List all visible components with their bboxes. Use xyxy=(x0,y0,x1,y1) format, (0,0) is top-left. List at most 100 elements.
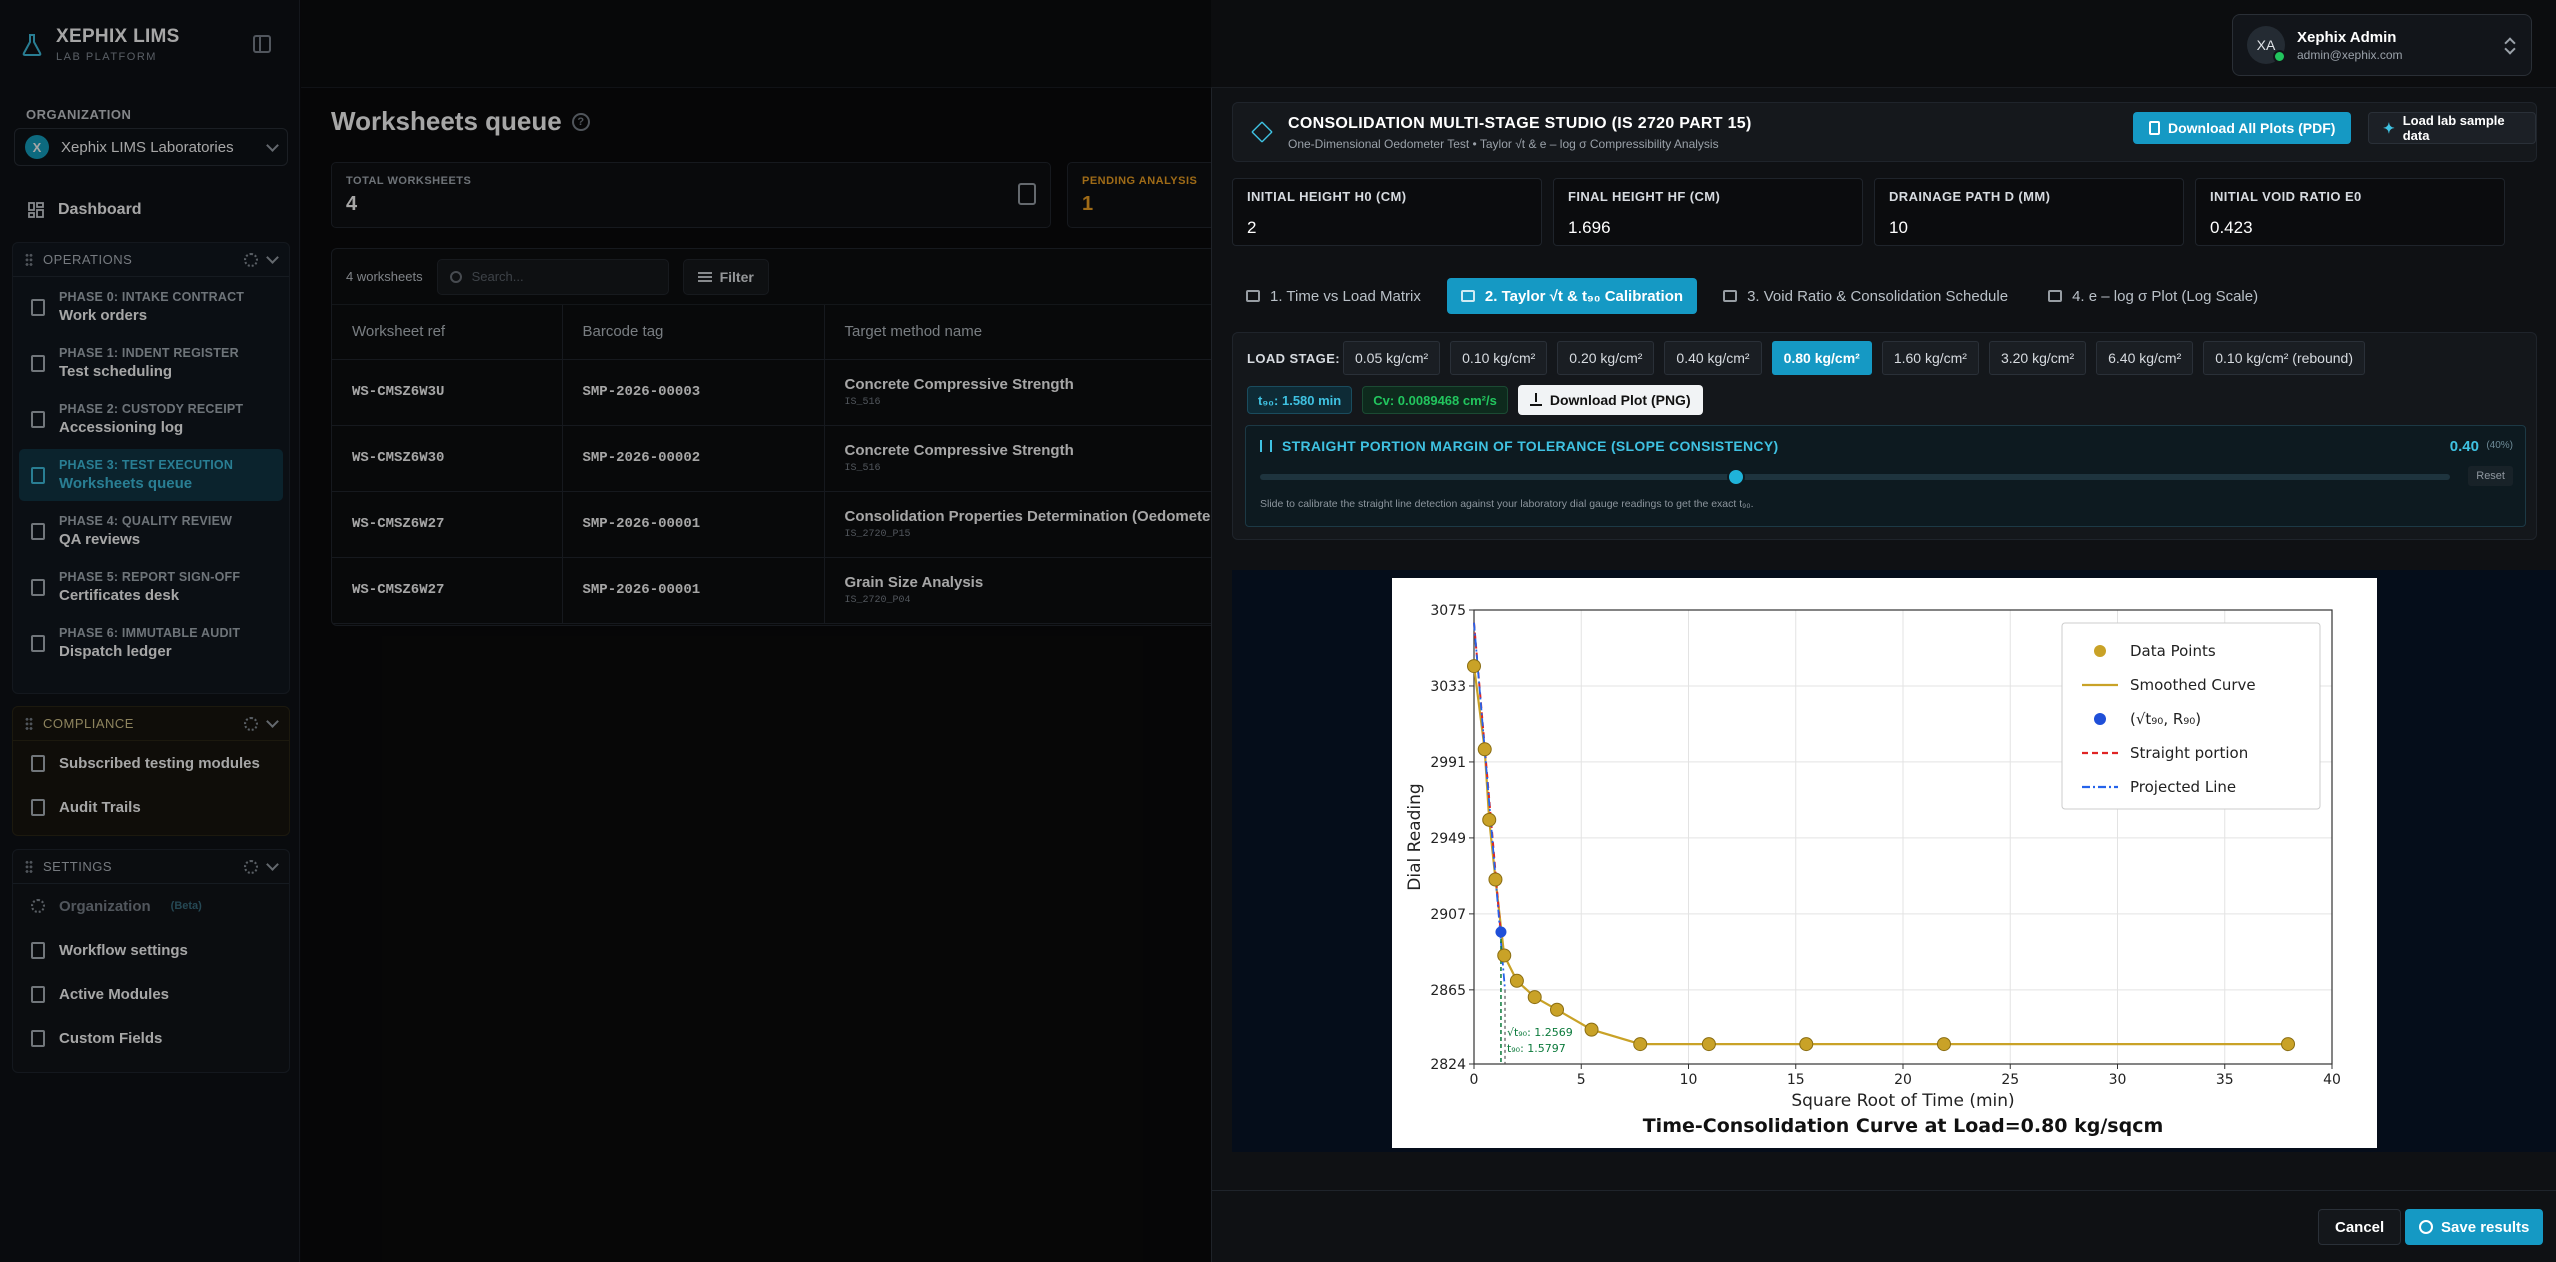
drag-handle-icon[interactable] xyxy=(25,859,33,874)
filter-icon xyxy=(697,271,712,282)
user-name: Xephix Admin xyxy=(2297,28,2397,46)
nav-phase-6[interactable]: PHASE 6: IMMUTABLE AUDIT Dispatch ledger xyxy=(19,617,283,669)
nav-audit-trails[interactable]: Audit Trails xyxy=(19,785,283,829)
cell-method: Consolidation Properties Determination (… xyxy=(824,491,1220,558)
field-value[interactable]: 10 xyxy=(1889,218,2169,238)
nav-phase-1[interactable]: PHASE 1: INDENT REGISTER Test scheduling xyxy=(19,337,283,389)
load-stage-button[interactable]: 6.40 kg/cm² xyxy=(2096,341,2194,375)
nav-organization[interactable]: Organization (Beta) xyxy=(19,884,283,928)
settings-header[interactable]: SETTINGS xyxy=(13,850,289,884)
nav-dashboard[interactable]: Dashboard xyxy=(14,196,288,224)
table-row[interactable]: WS-CMSZ6W27 SMP-2026-00001 Grain Size Anal… xyxy=(332,557,1220,624)
nav-workflow-settings[interactable]: Workflow settings xyxy=(19,928,283,972)
org-selector[interactable]: X Xephix LIMS Laboratories xyxy=(14,128,288,166)
help-icon[interactable]: ? xyxy=(571,112,590,131)
initial-height-field[interactable]: INITIAL HEIGHT H0 (CM) 2 xyxy=(1232,178,1542,246)
field-value[interactable]: 2 xyxy=(1247,218,1527,238)
phase-title: Certificates desk xyxy=(59,587,180,604)
operations-header[interactable]: OPERATIONS xyxy=(13,243,289,277)
initial-void-ratio-field[interactable]: INITIAL VOID RATIO E0 0.423 xyxy=(2195,178,2505,246)
tab-e-log-plot[interactable]: 4. e – log σ Plot (Log Scale) xyxy=(2034,278,2272,314)
load-stage-button[interactable]: 0.10 kg/cm² (rebound) xyxy=(2203,341,2365,375)
drag-handle-icon[interactable] xyxy=(25,252,33,267)
chevron-down-icon[interactable] xyxy=(266,251,279,264)
nav-phase-5[interactable]: PHASE 5: REPORT SIGN-OFF Certificates des… xyxy=(19,561,283,613)
button-label: Download All Plots (PDF) xyxy=(2168,120,2336,136)
download-all-plots-button[interactable]: Download All Plots (PDF) xyxy=(2133,112,2352,144)
load-stage-button[interactable]: 0.05 kg/cm² xyxy=(1343,341,1441,375)
drainage-path-field[interactable]: DRAINAGE PATH D (MM) 10 xyxy=(1874,178,2184,246)
field-value[interactable]: 0.423 xyxy=(2210,218,2490,238)
reset-button[interactable]: Reset xyxy=(2468,466,2513,486)
nav-phase-4[interactable]: PHASE 4: QUALITY REVIEW QA reviews xyxy=(19,505,283,557)
load-stage-button-active[interactable]: 0.80 kg/cm² xyxy=(1771,341,1872,375)
tab-time-load-matrix[interactable]: 1. Time vs Load Matrix xyxy=(1232,278,1435,314)
slider-handle[interactable] xyxy=(1727,468,1745,486)
gear-icon[interactable] xyxy=(244,859,258,874)
field-value[interactable]: 1.696 xyxy=(1568,218,1848,238)
table-row[interactable]: WS-CMSZ6W30 SMP-2026-00002 Concrete Compre… xyxy=(332,425,1220,492)
nav-active-modules[interactable]: Active Modules xyxy=(19,972,283,1016)
nav-phase-0[interactable]: PHASE 0: INTAKE CONTRACT Work orders xyxy=(19,281,283,333)
stat-value: 4 xyxy=(346,193,358,215)
save-results-button[interactable]: Save results xyxy=(2405,1209,2544,1245)
compliance-header[interactable]: COMPLIANCE xyxy=(13,707,289,741)
search-input[interactable]: Search... xyxy=(436,258,669,295)
document-icon xyxy=(2149,121,2160,135)
x-tick-label: 0 xyxy=(1470,1072,1479,1088)
table-row[interactable]: WS-CMSZ6W27 SMP-2026-00001 Consolidation P… xyxy=(332,491,1220,558)
search-placeholder: Search... xyxy=(471,269,524,284)
load-stage-button[interactable]: 0.20 kg/cm² xyxy=(1557,341,1655,375)
column-header[interactable]: Worksheet ref xyxy=(332,305,563,360)
gear-icon[interactable] xyxy=(244,252,258,267)
nav-subscribed-modules[interactable]: Subscribed testing modules xyxy=(19,741,283,785)
drag-handle-icon[interactable] xyxy=(25,716,33,731)
final-height-field[interactable]: FINAL HEIGHT HF (CM) 1.696 xyxy=(1553,178,1863,246)
chevron-down-icon[interactable] xyxy=(266,715,279,728)
load-stage-button[interactable]: 1.60 kg/cm² xyxy=(1881,341,1979,375)
search-icon xyxy=(449,270,462,283)
nav-phase-3[interactable]: PHASE 3: TEST EXECUTION Worksheets queue xyxy=(19,449,283,501)
column-header[interactable]: Target method name xyxy=(824,305,1220,360)
load-sample-data-button[interactable]: ✦ Load lab sample data xyxy=(2368,112,2536,144)
chevron-down-icon xyxy=(266,138,279,152)
load-stage-button[interactable]: 3.20 kg/cm² xyxy=(1988,341,2087,375)
download-plot-button[interactable]: Download Plot (PNG) xyxy=(1517,385,1703,415)
stat-value: 1 xyxy=(1082,193,1094,215)
data-point xyxy=(1497,948,1512,963)
phase-label: PHASE 6: IMMUTABLE AUDIT xyxy=(59,626,241,640)
cell-method: Concrete Compressive Strength IS_516 xyxy=(824,359,1220,426)
data-point xyxy=(1482,812,1497,827)
worksheets-table: 4 worksheets Search... Filter Worksheet … xyxy=(331,248,1221,626)
tolerance-help: Slide to calibrate the straight line det… xyxy=(1260,498,1754,510)
tolerance-slider[interactable] xyxy=(1260,468,2450,486)
tab-void-ratio[interactable]: 3. Void Ratio & Consolidation Schedule xyxy=(1709,278,2022,314)
cancel-button[interactable]: Cancel xyxy=(2318,1209,2402,1245)
filter-label: Filter xyxy=(719,268,754,285)
load-stage-button[interactable]: 0.40 kg/cm² xyxy=(1664,341,1762,375)
cell-ref: WS-CMSZ6W27 xyxy=(332,557,563,624)
y-tick-label: 3033 xyxy=(1430,679,1466,695)
user-menu[interactable]: XA Xephix Admin admin@xephix.com xyxy=(2232,14,2532,76)
tab-label: 1. Time vs Load Matrix xyxy=(1270,287,1421,305)
y-tick-label: 2991 xyxy=(1430,755,1466,771)
stat-label: TOTAL WORKSHEETS xyxy=(346,175,472,187)
column-header[interactable]: Barcode tag xyxy=(562,305,825,360)
filter-button[interactable]: Filter xyxy=(682,258,769,295)
x-tick-label: 40 xyxy=(2323,1072,2341,1088)
data-point xyxy=(1488,872,1503,887)
nav-custom-fields[interactable]: Custom Fields xyxy=(19,1016,283,1060)
tab-taylor-calibration[interactable]: 2. Taylor √t & t₉₀ Calibration xyxy=(1446,278,1698,314)
tolerance-percent: (40%) xyxy=(2486,440,2513,451)
table-row[interactable]: WS-CMSZ6W3U SMP-2026-00003 Concrete Compre… xyxy=(332,359,1220,426)
sidebar-collapse-icon[interactable] xyxy=(253,35,271,53)
x-tick-label: 15 xyxy=(1787,1072,1805,1088)
gear-icon[interactable] xyxy=(244,716,258,731)
chevron-down-icon[interactable] xyxy=(266,858,279,871)
check-circle-icon xyxy=(2419,1220,2433,1234)
nav-phase-2[interactable]: PHASE 2: CUSTODY RECEIPT Accessioning log xyxy=(19,393,283,445)
phase-title: Work orders xyxy=(59,307,148,324)
gear-icon xyxy=(31,899,45,913)
load-stage-button[interactable]: 0.10 kg/cm² xyxy=(1450,341,1548,375)
y-axis-label: Dial Reading xyxy=(1405,783,1425,890)
